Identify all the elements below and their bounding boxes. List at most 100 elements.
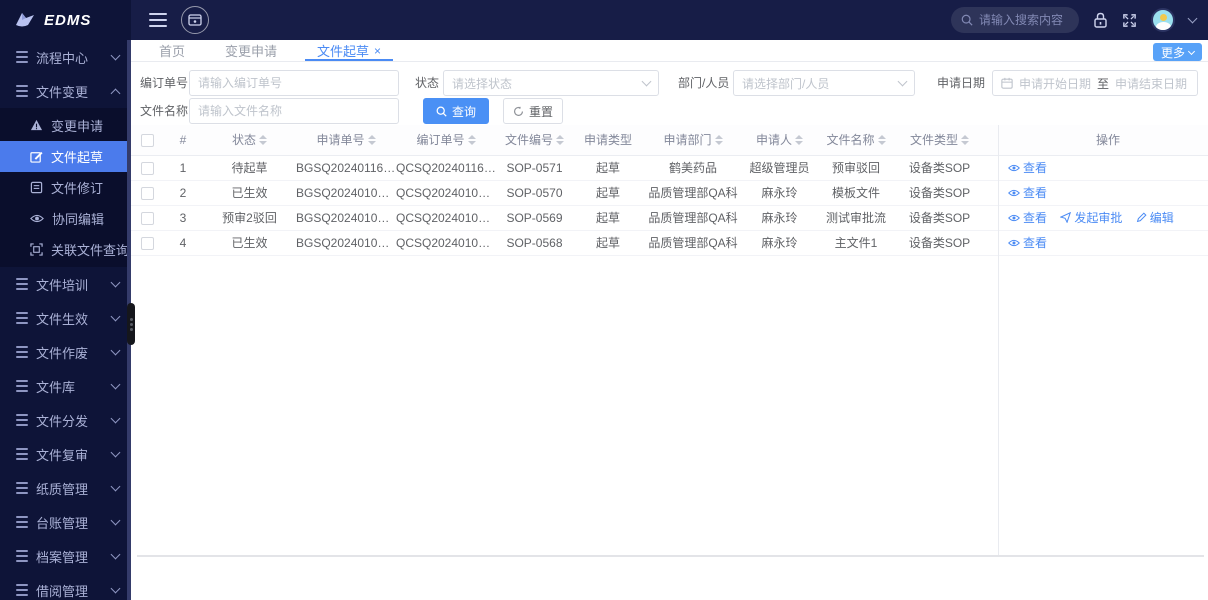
order-no-field — [189, 70, 399, 96]
sort-icon[interactable] — [961, 134, 969, 145]
fullscreen-icon[interactable] — [1122, 13, 1137, 28]
submenu-item-label: 变更申请 — [51, 119, 104, 134]
col-doc-type[interactable]: 文件类型 — [896, 125, 983, 156]
search-icon — [436, 106, 447, 117]
query-button[interactable]: 查询 — [423, 98, 489, 124]
doc-no-cell: SOP-0568 — [496, 230, 573, 256]
table-row[interactable]: 4 已生效 BGSQ2024010200006 QCSQ202401020000… — [131, 230, 1208, 256]
col-dept[interactable]: 申请部门 — [643, 125, 743, 156]
col-doc-no[interactable]: 文件编号 — [496, 125, 573, 156]
user-avatar[interactable] — [1151, 8, 1175, 32]
sidebar-item-doc-library[interactable]: 文件库 — [0, 369, 131, 403]
eye-icon — [1008, 189, 1020, 196]
horizontal-scrollbar-track[interactable] — [137, 555, 1204, 557]
sidebar-item-doc-training[interactable]: 文件培训 — [0, 267, 131, 301]
view-link[interactable]: 查看 — [1008, 159, 1047, 176]
table-row[interactable]: 2 已生效 BGSQ2024010900001 QCSQ202401090000… — [131, 180, 1208, 206]
menu-bars-icon — [16, 85, 28, 97]
col-doc-name[interactable]: 文件名称 — [816, 125, 896, 156]
sort-icon[interactable] — [467, 134, 476, 145]
col-order-no[interactable]: 编订单号 — [396, 125, 496, 156]
dept-person-select[interactable]: 请选择部门/人员 — [733, 70, 915, 96]
more-button[interactable]: 更多 — [1152, 43, 1202, 61]
menu-bars-icon — [16, 414, 28, 426]
app-window-icon[interactable] — [181, 6, 209, 34]
global-search-input[interactable] — [979, 13, 1069, 27]
col-status[interactable]: 状态 — [203, 125, 296, 156]
sort-icon[interactable] — [259, 134, 267, 145]
order-no-input[interactable] — [190, 71, 398, 95]
date-end-placeholder[interactable]: 申请结束日期 — [1115, 75, 1187, 92]
sidebar-item-borrow-mgmt[interactable]: 借阅管理 — [0, 573, 131, 600]
sidebar-item-doc-distribution[interactable]: 文件分发 — [0, 403, 131, 437]
submenu-item-change-request[interactable]: 变更申请 — [0, 110, 131, 141]
sort-icon[interactable] — [556, 134, 564, 145]
status-cell: 已生效 — [203, 230, 296, 256]
order-no-cell: QCSQ2024010900001 — [396, 180, 496, 206]
edit-link[interactable]: 编辑 — [1136, 209, 1174, 226]
sort-icon[interactable] — [367, 134, 376, 145]
sidebar-item-archive-mgmt[interactable]: 档案管理 — [0, 539, 131, 573]
view-link[interactable]: 查看 — [1008, 234, 1047, 251]
global-search[interactable] — [951, 7, 1079, 33]
row-checkbox[interactable] — [140, 236, 154, 250]
sidebar-collapse-handle[interactable] — [127, 303, 135, 345]
hamburger-menu-icon[interactable] — [149, 13, 167, 27]
menu-bars-icon — [16, 278, 28, 290]
dept-cell: 品质管理部QA科 — [643, 205, 743, 231]
row-checkbox[interactable] — [140, 161, 154, 175]
submenu-item-doc-revision[interactable]: 文件修订 — [0, 172, 131, 203]
sort-icon[interactable] — [795, 134, 803, 145]
tab-label: 变更申请 — [225, 44, 278, 59]
sidebar-item-doc-effective[interactable]: 文件生效 — [0, 301, 131, 335]
doc-no-cell: SOP-0570 — [496, 180, 573, 206]
dept-cell: 鹤美药品 — [643, 155, 743, 181]
row-checkbox[interactable] — [140, 211, 154, 225]
submenu-item-collab-edit[interactable]: 协同编辑 — [0, 203, 131, 234]
sidebar-item-doc-change[interactable]: 文件变更 — [0, 74, 131, 108]
sidebar-item-process-center[interactable]: 流程中心 — [0, 40, 131, 74]
lock-icon[interactable] — [1093, 12, 1108, 28]
tab-doc-draft[interactable]: 文件起草 × — [297, 40, 401, 61]
apply-date-range[interactable]: 申请开始日期 至 申请结束日期 — [992, 70, 1198, 96]
row-index: 4 — [163, 230, 203, 256]
sort-icon[interactable] — [714, 134, 723, 145]
view-link[interactable]: 查看 — [1008, 184, 1047, 201]
sidebar-item-ledger-mgmt[interactable]: 台账管理 — [0, 505, 131, 539]
sidebar-item-doc-review[interactable]: 文件复审 — [0, 437, 131, 471]
col-applicant[interactable]: 申请人 — [743, 125, 816, 156]
sidebar-item-doc-obsolete[interactable]: 文件作废 — [0, 335, 131, 369]
tab-close-icon[interactable]: × — [374, 45, 381, 57]
refresh-icon — [513, 105, 524, 116]
edit-pen-icon — [1136, 212, 1147, 222]
row-index: 3 — [163, 205, 203, 231]
view-link[interactable]: 查看 — [1008, 209, 1047, 226]
reset-button[interactable]: 重置 — [503, 98, 563, 124]
user-menu-chevron-icon[interactable] — [1187, 13, 1198, 24]
topbar — [131, 0, 1208, 40]
warning-triangle-icon — [30, 119, 43, 131]
chevron-down-icon — [110, 413, 121, 424]
sort-icon[interactable] — [877, 134, 886, 145]
tab-home[interactable]: 首页 — [139, 40, 205, 61]
submenu-item-related-doc-query[interactable]: 关联文件查询 — [0, 234, 131, 265]
sidebar-item-label: 借阅管理 — [36, 583, 89, 599]
date-start-placeholder[interactable]: 申请开始日期 — [1019, 75, 1091, 92]
doc-name-input[interactable] — [190, 99, 398, 123]
submenu-item-doc-draft[interactable]: 文件起草 — [0, 141, 131, 172]
status-select[interactable]: 请选择状态 — [443, 70, 659, 96]
sidebar-item-paper-mgmt[interactable]: 纸质管理 — [0, 471, 131, 505]
table-row[interactable]: 3 预审2驳回 BGSQ2024010400001 QCSQ2024010500… — [131, 205, 1208, 231]
tab-change-request[interactable]: 变更申请 — [205, 40, 297, 61]
doc-type-cell: 设备类SOP — [896, 205, 983, 231]
table-row[interactable]: 1 待起草 BGSQ2024011600001 QCSQ202401160000… — [131, 155, 1208, 181]
documents-table: # 状态 申请单号 编订单号 文件编号 申请类型 申请部门 申请人 文件名称 文… — [131, 125, 1208, 256]
eye-icon — [1008, 164, 1020, 171]
row-checkbox[interactable] — [140, 186, 154, 200]
select-all-checkbox[interactable] — [140, 133, 154, 147]
launch-approval-link[interactable]: 发起审批 — [1060, 209, 1122, 226]
col-apply-type: 申请类型 — [573, 125, 643, 156]
col-apply-no[interactable]: 申请单号 — [296, 125, 396, 156]
eye-icon — [30, 214, 44, 223]
tab-bar: 首页 变更申请 文件起草 × 更多 — [131, 40, 1208, 62]
